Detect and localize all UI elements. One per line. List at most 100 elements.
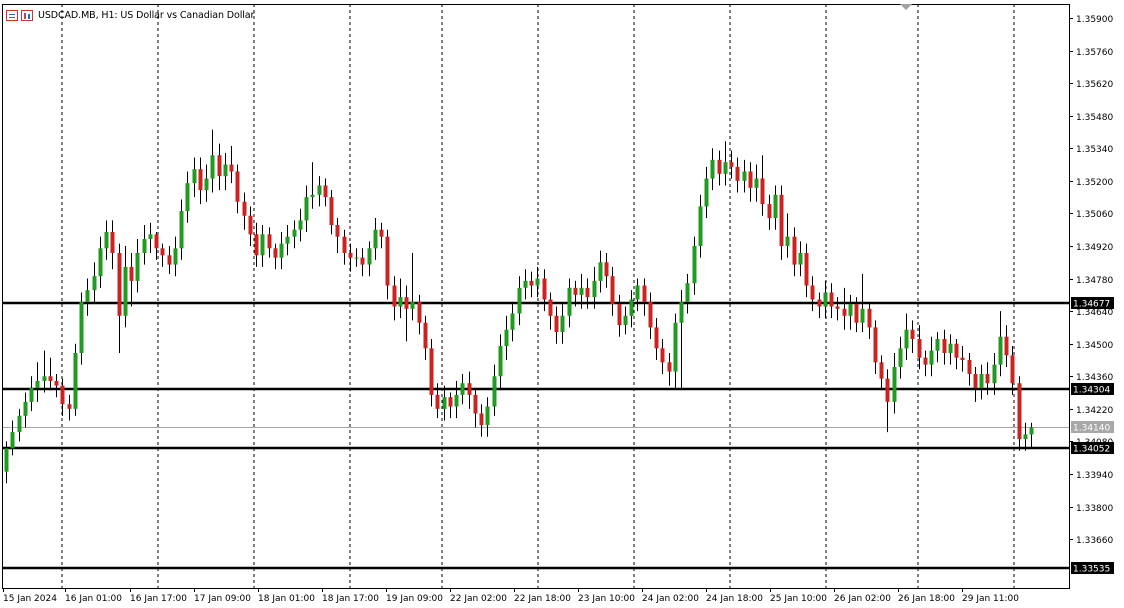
bull-candle (929, 350, 934, 365)
y-tick-label: 1.35760 (1076, 48, 1113, 58)
bull-candle (798, 252, 803, 265)
x-tick-label: 29 Jan 11:00 (962, 594, 1019, 604)
bear-candle (854, 304, 859, 323)
y-tick-label: 1.33800 (1076, 504, 1113, 514)
bull-candle (79, 301, 84, 354)
chart-bars-icon[interactable] (21, 9, 33, 21)
x-tick-label: 16 Jan 01:00 (65, 594, 122, 604)
bear-candle (917, 339, 922, 358)
bear-candle (842, 308, 847, 316)
bear-candle (885, 378, 890, 402)
bull-candle (29, 387, 34, 402)
bear-candle (667, 362, 672, 372)
price-chart[interactable]: 1.35900 1.35760 1.35620 1.35480 1.35340 1.352… (0, 0, 1124, 608)
bear-candle (767, 204, 772, 219)
bull-candle (567, 287, 572, 316)
bull-candle (354, 257, 359, 259)
x-tick-label: 17 Jan 09:00 (194, 594, 251, 604)
level-price-label: 1.34304 (1073, 386, 1110, 396)
bear-candle (473, 394, 478, 414)
y-tick-label: 1.35060 (1076, 210, 1113, 220)
bull-candle (398, 297, 403, 307)
bear-candle (229, 164, 234, 172)
bull-candle (773, 194, 778, 219)
bear-candle (760, 178, 765, 205)
bear-candle (548, 299, 553, 316)
bull-candle (179, 211, 184, 249)
bull-candle (442, 397, 447, 409)
candles-layer (4, 129, 1034, 484)
bear-candle (360, 257, 365, 265)
bull-candle (510, 313, 515, 330)
bear-candle (585, 287, 590, 298)
bull-candle (35, 380, 40, 388)
bear-candle (385, 236, 390, 286)
bear-candle (910, 329, 915, 340)
y-tick-label: 1.33940 (1076, 471, 1113, 481)
bear-candle (323, 185, 328, 198)
bull-candle (104, 232, 109, 249)
bull-candle (698, 206, 703, 246)
bear-candle (985, 373, 990, 384)
bull-candle (979, 373, 984, 388)
bear-candle (160, 248, 165, 256)
bull-candle (223, 164, 228, 177)
bear-candle (467, 383, 472, 395)
bull-candle (260, 234, 265, 256)
one-click-trading-icon[interactable] (6, 9, 18, 21)
bear-candle (873, 327, 878, 363)
bull-candle (948, 343, 953, 354)
bull-candle (85, 290, 90, 302)
bear-candle (967, 359, 972, 374)
bear-candle (1010, 355, 1015, 384)
bull-candle (723, 162, 728, 174)
bull-candle (635, 285, 640, 300)
bull-candle (285, 236, 290, 244)
chart-window[interactable]: 1.35900 1.35760 1.35620 1.35480 1.35340 1.352… (0, 0, 1124, 608)
bear-candle (167, 255, 172, 265)
horizontal-levels-layer (2, 301, 1069, 570)
bear-candle (867, 308, 872, 328)
bull-candle (317, 185, 322, 195)
bull-candle (523, 280, 528, 288)
bull-candle (592, 280, 597, 298)
bull-candle (98, 248, 103, 277)
bear-candle (48, 376, 53, 381)
bear-candle (804, 252, 809, 286)
bear-candle (235, 171, 240, 202)
bull-candle (410, 301, 415, 309)
bear-candle (392, 285, 397, 307)
bull-candle (292, 229, 297, 237)
bull-candle (623, 315, 628, 326)
bear-candle (435, 394, 440, 409)
y-tick-label: 1.33660 (1076, 536, 1113, 546)
bear-candle (267, 234, 272, 249)
time-axis[interactable]: 15 Jan 2024 16 Jan 01:00 16 Jan 17:00 17 Ja… (3, 588, 1019, 604)
bull-candle (204, 178, 209, 191)
bear-candle (729, 162, 734, 167)
x-tick-label: 22 Jan 02:00 (450, 594, 507, 604)
x-tick-label: 24 Jan 02:00 (642, 594, 699, 604)
bull-candle (860, 308, 865, 323)
bear-candle (542, 278, 547, 300)
bull-candle (560, 315, 565, 333)
bear-candle (129, 266, 134, 281)
bull-candle (460, 383, 465, 395)
bear-candle (198, 169, 203, 191)
x-tick-label: 15 Jan 2024 (3, 594, 57, 604)
bull-candle (1023, 434, 1028, 440)
bear-candle (242, 201, 247, 216)
y-tick-label: 1.34640 (1076, 308, 1113, 318)
bull-candle (135, 252, 140, 281)
bull-candle (23, 401, 28, 416)
current-price-label: 1.34140 (1073, 424, 1110, 434)
bear-candle (660, 348, 665, 363)
bear-candle (217, 155, 222, 177)
y-tick-label: 1.34500 (1076, 341, 1113, 351)
price-axis[interactable]: 1.35900 1.35760 1.35620 1.35480 1.35340 1.352… (1069, 15, 1113, 546)
bull-candle (848, 304, 853, 316)
bear-candle (110, 232, 115, 253)
bull-candle (685, 283, 690, 302)
bear-candle (417, 301, 422, 323)
bull-candle (310, 194, 315, 198)
